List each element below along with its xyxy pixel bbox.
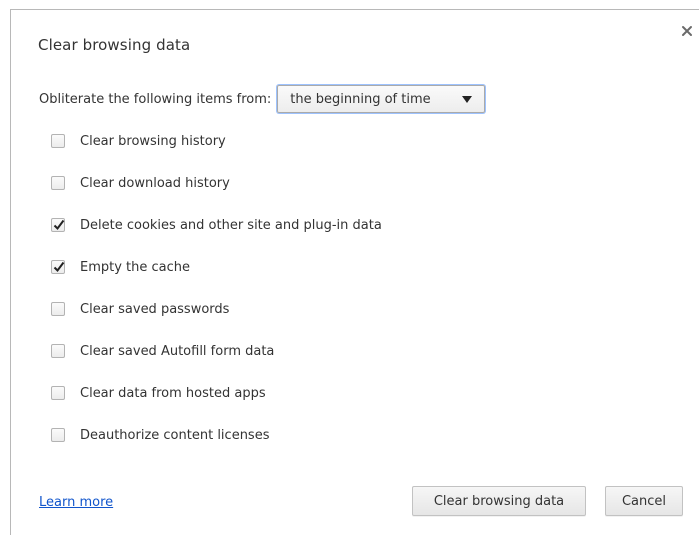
clear-browsing-data-dialog: Clear browsing data Obliterate the follo… (10, 9, 699, 535)
checkbox[interactable] (51, 428, 65, 442)
option-label: Clear browsing history (80, 133, 226, 149)
option-empty-cache[interactable]: Empty the cache (51, 257, 190, 277)
option-clear-download-history[interactable]: Clear download history (51, 173, 230, 193)
checkmark-icon (53, 219, 65, 231)
time-range-value: the beginning of time (290, 91, 431, 107)
option-clear-saved-passwords[interactable]: Clear saved passwords (51, 299, 229, 319)
option-label: Deauthorize content licenses (80, 427, 270, 443)
clear-browsing-data-button[interactable]: Clear browsing data (412, 486, 586, 516)
checkmark-icon (53, 261, 65, 273)
time-range-label: Obliterate the following items from: (39, 91, 272, 107)
option-label: Clear data from hosted apps (80, 385, 266, 401)
option-clear-autofill[interactable]: Clear saved Autofill form data (51, 341, 274, 361)
option-label: Delete cookies and other site and plug-i… (80, 217, 382, 233)
learn-more-link[interactable]: Learn more (39, 495, 113, 510)
option-deauthorize-licenses[interactable]: Deauthorize content licenses (51, 425, 269, 445)
dialog-title: Clear browsing data (38, 36, 191, 54)
option-clear-browsing-history[interactable]: Clear browsing history (51, 131, 226, 151)
option-label: Clear download history (80, 175, 230, 191)
dropdown-arrow-icon (462, 96, 473, 103)
close-icon[interactable] (681, 25, 695, 39)
checkbox[interactable] (51, 386, 65, 400)
checkbox[interactable] (51, 176, 65, 190)
checkbox[interactable] (51, 302, 65, 316)
checkbox-checked[interactable] (51, 260, 65, 274)
checkbox[interactable] (51, 344, 65, 358)
checkbox-checked[interactable] (51, 218, 65, 232)
option-clear-hosted-apps[interactable]: Clear data from hosted apps (51, 383, 266, 403)
option-label: Clear saved Autofill form data (80, 343, 275, 359)
checkbox[interactable] (51, 134, 65, 148)
cancel-button[interactable]: Cancel (605, 486, 683, 516)
option-label: Clear saved passwords (80, 301, 230, 317)
time-range-row: Obliterate the following items from: the… (39, 84, 486, 114)
option-label: Empty the cache (80, 259, 191, 275)
time-range-select[interactable]: the beginning of time (277, 85, 486, 113)
option-delete-cookies[interactable]: Delete cookies and other site and plug-i… (51, 215, 382, 235)
